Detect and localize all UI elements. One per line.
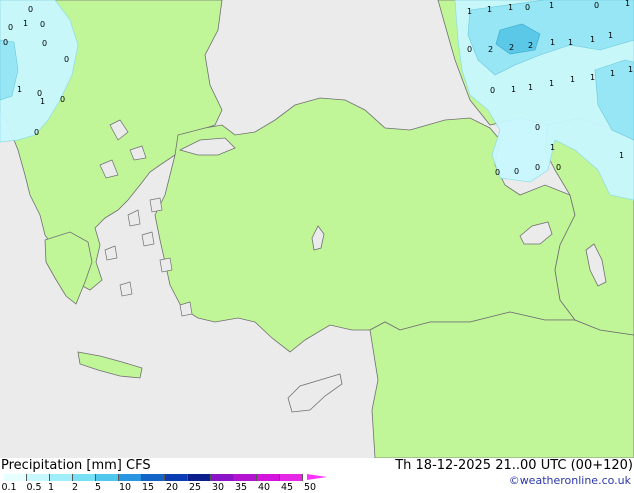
precipitation-map: 0000101000011101101222111101111111000000… <box>0 0 634 458</box>
precip-value-label: 0 <box>34 128 39 137</box>
precip-value-label: 1 <box>619 151 624 160</box>
legend-swatch <box>96 474 119 481</box>
legend-swatch <box>257 474 280 481</box>
legend-swatch <box>211 474 234 481</box>
legend-swatch <box>142 474 165 481</box>
legend-tick-label: 50 <box>303 482 317 493</box>
precip-value-label: 1 <box>467 7 472 16</box>
precip-value-label: 1 <box>511 85 516 94</box>
precip-value-label: 0 <box>490 86 495 95</box>
legend-tick-label: 10 <box>118 482 132 493</box>
legend-tick-label: 20 <box>165 482 179 493</box>
precip-value-label: 0 <box>28 5 33 14</box>
precip-value-label: 1 <box>549 79 554 88</box>
legend-swatch <box>4 474 27 481</box>
legend-tick-label: 0.5 <box>26 482 42 493</box>
legend-swatch <box>27 474 50 481</box>
precip-value-label: 1 <box>608 31 613 40</box>
legend-swatch <box>188 474 211 481</box>
legend-tick-label: 2 <box>71 482 79 493</box>
copyright[interactable]: ©weatheronline.co.uk <box>509 474 631 487</box>
precip-value-label: 1 <box>23 19 28 28</box>
precip-value-label: 1 <box>570 75 575 84</box>
legend-tick-label: 25 <box>188 482 202 493</box>
precip-value-label: 1 <box>590 73 595 82</box>
legend-swatch <box>73 474 96 481</box>
precip-value-label: 0 <box>42 39 47 48</box>
legend-tick-label: 40 <box>257 482 271 493</box>
legend-tick-label: 30 <box>211 482 225 493</box>
legend-swatch <box>280 474 303 481</box>
footer-bar: Precipitation [mm] CFS Th 18-12-2025 21.… <box>0 458 634 493</box>
precip-value-label: 2 <box>509 43 514 52</box>
legend-swatch <box>50 474 73 481</box>
precip-value-label: 1 <box>549 1 554 10</box>
legend-colorbar <box>4 474 303 481</box>
precip-value-label: 1 <box>40 97 45 106</box>
precip-value-label: 0 <box>514 167 519 176</box>
precip-value-label: 0 <box>525 3 530 12</box>
land-levant <box>369 311 634 458</box>
precip-value-label: 1 <box>610 69 615 78</box>
precip-value-label: 1 <box>590 35 595 44</box>
legend-tick-label: 5 <box>94 482 102 493</box>
precip-value-label: 1 <box>628 65 633 74</box>
legend-tick-label: 15 <box>141 482 155 493</box>
precip-value-label: 2 <box>528 41 533 50</box>
precip-value-label: 1 <box>550 143 555 152</box>
legend-tick-label: 1 <box>47 482 55 493</box>
legend-tick-label: 45 <box>280 482 294 493</box>
precip-value-label: 0 <box>495 168 500 177</box>
precip-value-label: 1 <box>625 0 630 8</box>
precip-value-label: 0 <box>3 38 8 47</box>
precip-value-label: 0 <box>467 45 472 54</box>
precip-value-label: 1 <box>508 3 513 12</box>
precip-value-label: 0 <box>60 95 65 104</box>
precip-value-label: 0 <box>64 55 69 64</box>
precip-value-label: 2 <box>488 45 493 54</box>
legend-swatch <box>119 474 142 481</box>
map-title: Precipitation [mm] CFS <box>1 458 151 473</box>
legend-tick-labels: 0.1 0.5 1 2 5 10 15 20 25 30 35 40 45 50 <box>0 482 340 493</box>
forecast-timestamp: Th 18-12-2025 21..00 UTC (00+120) <box>395 458 633 473</box>
legend-tick-label: 0.1 <box>1 482 17 493</box>
legend-swatch <box>234 474 257 481</box>
precip-value-label: 0 <box>40 20 45 29</box>
precip-value-label: 0 <box>535 123 540 132</box>
precip-value-label: 1 <box>550 38 555 47</box>
legend-tick-label: 35 <box>234 482 248 493</box>
legend-swatch <box>165 474 188 481</box>
precip-value-label: 1 <box>487 5 492 14</box>
precip-value-label: 0 <box>535 163 540 172</box>
precip-value-label: 1 <box>17 85 22 94</box>
precip-value-label: 0 <box>8 23 13 32</box>
precip-value-label: 0 <box>556 163 561 172</box>
legend-arrow <box>307 474 327 480</box>
precip-value-label: 0 <box>594 1 599 10</box>
precip-value-label: 1 <box>568 38 573 47</box>
precip-value-label: 1 <box>528 83 533 92</box>
